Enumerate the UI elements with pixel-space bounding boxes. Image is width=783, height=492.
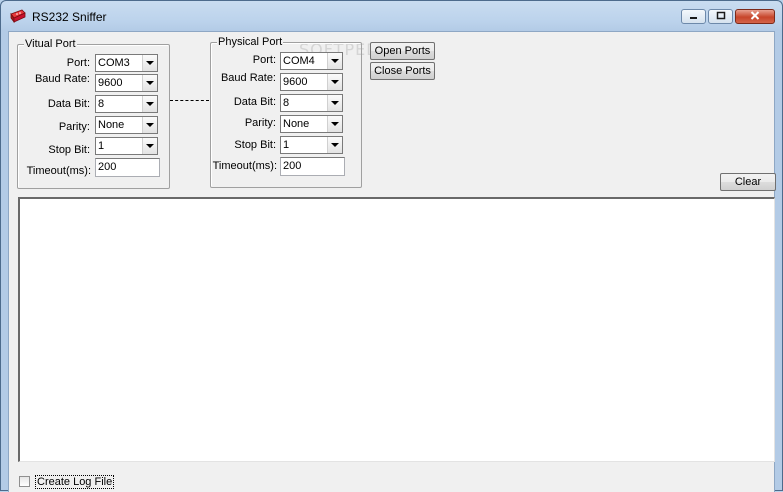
virtual-parity-label: Parity:	[58, 121, 90, 133]
physical-baud-select[interactable]: 9600	[280, 73, 343, 91]
window-title: RS232 Sniffer	[32, 10, 107, 24]
maximize-icon	[716, 11, 726, 23]
virtual-parity-select[interactable]: None	[95, 116, 158, 134]
virtual-databit-label: Data Bit:	[47, 98, 90, 110]
virtual-stopbit-select[interactable]: 1	[95, 137, 158, 155]
chevron-down-icon[interactable]	[142, 138, 157, 154]
log-output-area[interactable]	[18, 197, 775, 462]
physical-parity-value: None	[283, 118, 310, 130]
chevron-down-icon[interactable]	[142, 96, 157, 112]
close-button[interactable]	[735, 9, 775, 24]
minimize-button[interactable]	[681, 9, 706, 24]
physical-port-select[interactable]: COM4	[280, 52, 343, 70]
open-ports-button[interactable]: Open Ports	[370, 42, 435, 60]
physical-parity-select[interactable]: None	[280, 115, 343, 133]
physical-stopbit-label: Stop Bit:	[234, 139, 276, 151]
virtual-timeout-label: Timeout(ms):	[26, 165, 91, 177]
physical-stopbit-value: 1	[283, 139, 290, 151]
chevron-down-icon[interactable]	[327, 95, 342, 111]
virtual-databit-value: 8	[98, 98, 105, 110]
virtual-timeout-input[interactable]: 200	[95, 158, 160, 177]
virtual-timeout-value: 200	[98, 161, 117, 173]
app-window: RS232 Sniffer SOFTPEDIA Vitual Port Port…	[0, 0, 783, 492]
physical-port-value: COM4	[283, 55, 315, 67]
maximize-button[interactable]	[708, 9, 733, 24]
physical-timeout-label: Timeout(ms):	[212, 160, 277, 172]
physical-timeout-input[interactable]: 200	[280, 157, 345, 176]
virtual-port-select[interactable]: COM3	[95, 54, 158, 72]
physical-baud-label: Baud Rate:	[220, 72, 276, 84]
caption-buttons	[681, 9, 775, 25]
chevron-down-icon[interactable]	[142, 75, 157, 91]
close-icon	[750, 10, 760, 23]
physical-port-group: Physical Port Port: COM4 Baud Rate: 9600…	[210, 36, 362, 188]
virtual-stopbit-label: Stop Bit:	[48, 144, 90, 156]
physical-baud-value: 9600	[283, 76, 308, 88]
title-bar[interactable]: RS232 Sniffer	[1, 1, 782, 31]
create-log-file-label[interactable]: Create Log File	[35, 475, 115, 489]
close-ports-button[interactable]: Close Ports	[370, 62, 435, 80]
minimize-icon	[689, 11, 699, 23]
chevron-down-icon[interactable]	[327, 53, 342, 69]
physical-port-title: Physical Port	[217, 36, 284, 48]
virtual-port-value: COM3	[98, 57, 130, 69]
virtual-baud-select[interactable]: 9600	[95, 74, 158, 92]
virtual-port-label: Port:	[66, 57, 90, 69]
chevron-down-icon[interactable]	[327, 116, 342, 132]
rs232-connector-icon	[10, 9, 26, 24]
physical-databit-select[interactable]: 8	[280, 94, 343, 112]
client-area: SOFTPEDIA Vitual Port Port: COM3 Baud Ra…	[8, 31, 776, 492]
physical-stopbit-select[interactable]: 1	[280, 136, 343, 154]
chevron-down-icon[interactable]	[142, 55, 157, 71]
physical-databit-label: Data Bit:	[233, 96, 276, 108]
chevron-down-icon[interactable]	[327, 74, 342, 90]
virtual-databit-select[interactable]: 8	[95, 95, 158, 113]
virtual-port-title: Vitual Port	[24, 38, 77, 50]
virtual-parity-value: None	[98, 119, 125, 131]
create-log-file-checkbox[interactable]	[19, 476, 30, 487]
physical-parity-label: Parity:	[244, 117, 276, 129]
virtual-stopbit-value: 1	[98, 140, 105, 152]
virtual-baud-label: Baud Rate:	[34, 73, 90, 85]
physical-timeout-value: 200	[283, 160, 302, 172]
virtual-port-group: Vitual Port Port: COM3 Baud Rate: 9600 D…	[17, 38, 170, 189]
chevron-down-icon[interactable]	[327, 137, 342, 153]
physical-databit-value: 8	[283, 97, 290, 109]
port-link-line	[170, 100, 209, 101]
virtual-baud-value: 9600	[98, 77, 123, 89]
chevron-down-icon[interactable]	[142, 117, 157, 133]
clear-button[interactable]: Clear	[720, 173, 776, 191]
physical-port-label: Port:	[252, 54, 276, 66]
